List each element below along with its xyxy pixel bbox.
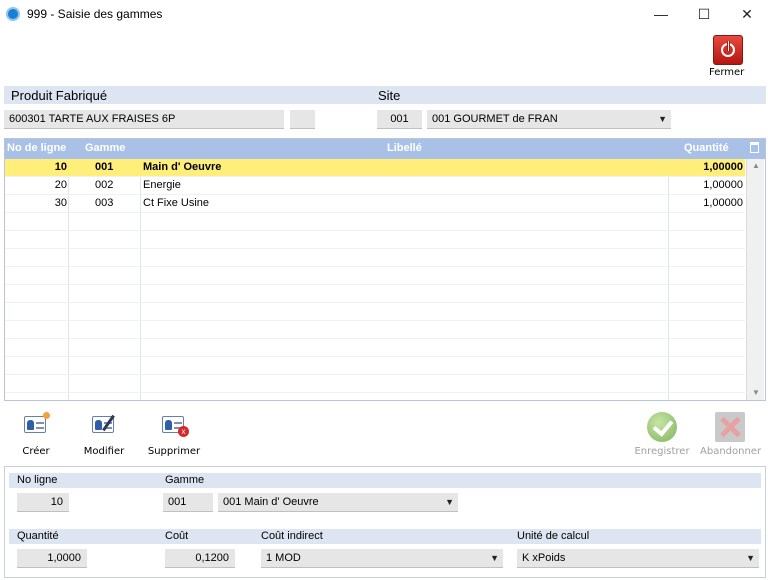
table-row-empty: [5, 231, 745, 249]
supprimer-button[interactable]: x Supprimer: [144, 412, 204, 457]
grid-header: No de ligne Gamme Libellé Quantité: [5, 139, 765, 159]
edit-card-icon: [89, 412, 119, 440]
detail-panel: No ligne Gamme 10 001 001 Main d' Oeuvre…: [4, 466, 766, 578]
cell-libelle: Ct Fixe Usine: [143, 197, 210, 209]
cell-quantite: 1,00000: [703, 161, 743, 173]
add-card-icon: [21, 412, 51, 440]
col-no-ligne[interactable]: No de ligne: [7, 142, 66, 154]
cell-gamme: 001: [95, 161, 114, 173]
creer-button[interactable]: Créer: [6, 412, 66, 457]
gamme-label: Gamme: [165, 474, 205, 486]
cout-indirect-label: Coût indirect: [261, 530, 323, 542]
cell-quantite: 1,00000: [703, 197, 743, 209]
site-select[interactable]: 001 GOURMET de FRAN ▼: [427, 110, 671, 129]
enregistrer-button[interactable]: Enregistrer: [632, 412, 692, 457]
gamme-code-field[interactable]: 001: [163, 493, 213, 512]
cell-gamme: 002: [95, 179, 114, 191]
supprimer-label: Supprimer: [147, 446, 201, 457]
table-row-empty: [5, 213, 745, 231]
abandonner-label: Abandonner: [700, 446, 762, 457]
cout-label: Coût: [165, 530, 189, 542]
detail-band-2: [9, 529, 761, 544]
cell-no: 10: [54, 161, 67, 173]
site-label: Site: [378, 88, 401, 103]
modifier-button[interactable]: Modifier: [74, 412, 134, 457]
table-row[interactable]: 10 001 Main d' Oeuvre 1,00000: [5, 159, 745, 177]
chevron-down-icon[interactable]: ▼: [658, 110, 667, 129]
produit-field[interactable]: 600301 TARTE AUX FRAISES 6P: [4, 110, 284, 129]
produit-label: Produit Fabriqué: [11, 88, 108, 103]
cout-field[interactable]: 0,1200: [165, 549, 235, 568]
cell-no: 20: [54, 179, 67, 191]
cell-libelle: Main d' Oeuvre: [143, 161, 222, 173]
chevron-down-icon[interactable]: ▼: [445, 493, 454, 512]
gamme-select-value: 001 Main d' Oeuvre: [223, 496, 319, 508]
modifier-label: Modifier: [83, 446, 125, 457]
table-row[interactable]: 20 002 Energie 1,00000: [5, 177, 745, 195]
cell-no: 30: [54, 197, 67, 209]
enregistrer-label: Enregistrer: [634, 446, 690, 457]
table-row[interactable]: 30 003 Ct Fixe Usine 1,00000: [5, 195, 745, 213]
creer-label: Créer: [22, 446, 50, 457]
col-gamme[interactable]: Gamme: [85, 142, 125, 154]
cout-indirect-select[interactable]: 1 MOD ▼: [261, 549, 503, 568]
produit-extra-field[interactable]: [290, 110, 315, 129]
site-code-field[interactable]: 001: [377, 110, 422, 129]
cell-quantite: 1,00000: [703, 179, 743, 191]
col-quantite[interactable]: Quantité: [684, 142, 729, 154]
cout-indirect-value: 1 MOD: [266, 552, 301, 564]
trash-icon[interactable]: [750, 142, 759, 153]
col-libelle[interactable]: Libellé: [387, 142, 422, 154]
cell-libelle: Energie: [143, 179, 181, 191]
table-row-empty: [5, 303, 745, 321]
table-row-empty: [5, 375, 745, 393]
chevron-down-icon[interactable]: ▼: [490, 549, 499, 568]
table-row-empty: [5, 321, 745, 339]
table-row-empty: [5, 285, 745, 303]
unite-calcul-value: K xPoids: [522, 552, 566, 564]
minimize-button[interactable]: —: [638, 0, 684, 30]
table-row-empty: [5, 357, 745, 375]
unite-calcul-label: Unité de calcul: [517, 530, 590, 542]
site-select-value: 001 GOURMET de FRAN: [432, 113, 558, 125]
scroll-up-icon[interactable]: ▲: [747, 159, 765, 173]
delete-card-icon: x: [159, 412, 189, 440]
table-row-empty: [5, 267, 745, 285]
chevron-down-icon[interactable]: ▼: [746, 549, 755, 568]
gamme-select[interactable]: 001 Main d' Oeuvre ▼: [218, 493, 458, 512]
grid-scrollbar[interactable]: ▲ ▼: [746, 159, 764, 400]
check-icon: [647, 412, 677, 442]
quantite-label: Quantité: [17, 530, 59, 542]
quantite-field[interactable]: 1,0000: [17, 549, 87, 568]
close-window-button[interactable]: ✕: [724, 0, 768, 30]
no-ligne-field[interactable]: 10: [17, 493, 69, 512]
gammes-grid[interactable]: No de ligne Gamme Libellé Quantité 10 00…: [4, 138, 766, 401]
cell-gamme: 003: [95, 197, 114, 209]
table-row-empty: [5, 339, 745, 357]
no-ligne-label: No ligne: [17, 474, 58, 486]
detail-band-1: [9, 473, 761, 488]
abandonner-button[interactable]: Abandonner: [700, 412, 762, 457]
app-icon: [6, 7, 20, 21]
fermer-button-label[interactable]: Fermer: [709, 67, 744, 78]
window-title: 999 - Saisie des gammes: [27, 7, 163, 21]
scroll-down-icon[interactable]: ▼: [747, 386, 765, 400]
unite-calcul-select[interactable]: K xPoids ▼: [517, 549, 759, 568]
maximize-button[interactable]: ☐: [681, 0, 727, 30]
power-icon[interactable]: [713, 35, 743, 65]
cancel-icon: [715, 412, 745, 442]
table-row-empty: [5, 249, 745, 267]
